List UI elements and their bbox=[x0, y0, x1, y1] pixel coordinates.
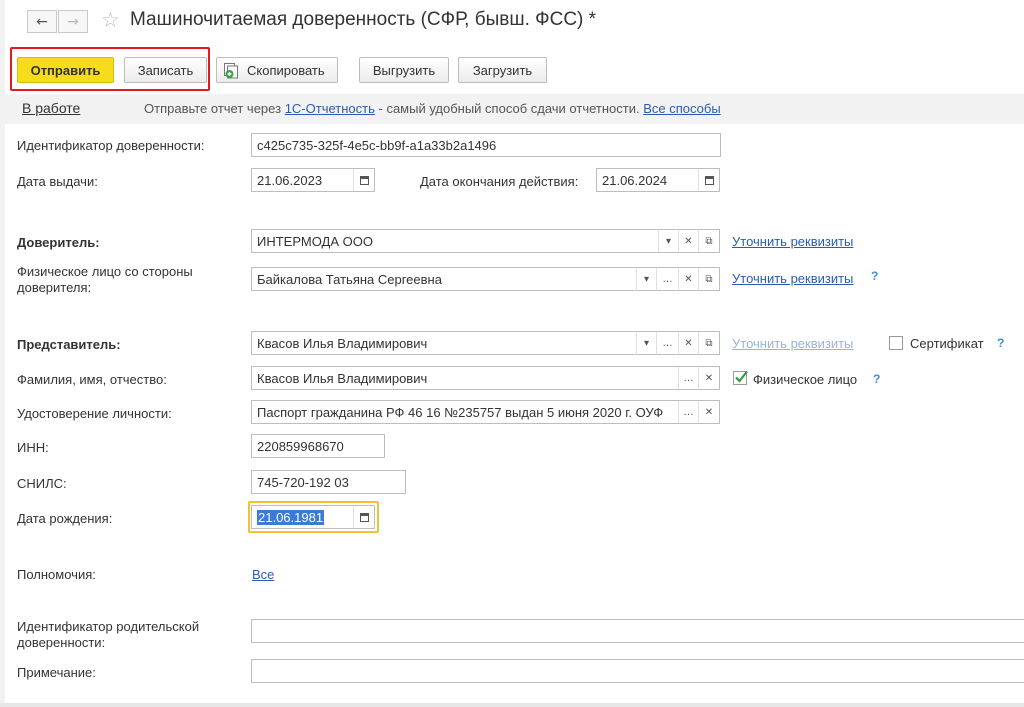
principal-person-open-button[interactable]: ⧉ bbox=[698, 267, 720, 291]
info-message: Отправьте отчет через 1С-Отчетность - са… bbox=[144, 101, 721, 116]
inn-input[interactable]: 220859968670 bbox=[251, 434, 385, 458]
representative-clear-button[interactable]: ✕ bbox=[678, 331, 699, 355]
import-button[interactable]: Загрузить bbox=[458, 57, 547, 83]
info-text-suffix: - самый удобный способ сдачи отчетности. bbox=[378, 101, 640, 116]
principal-input[interactable]: ИНТЕРМОДА ООО bbox=[251, 229, 659, 253]
all-methods-link[interactable]: Все способы bbox=[643, 101, 720, 116]
representative-label: Представитель: bbox=[17, 337, 121, 352]
end-date-calendar-button[interactable] bbox=[698, 168, 720, 192]
save-button[interactable]: Записать bbox=[124, 57, 207, 83]
clear-icon: ✕ bbox=[684, 273, 693, 285]
birth-date-selected-text: 21.06.1981 bbox=[257, 509, 325, 525]
fullname-clear-button[interactable]: ✕ bbox=[698, 366, 720, 390]
principal-person-select-button[interactable]: … bbox=[656, 267, 679, 291]
inn-label: ИНН: bbox=[17, 440, 49, 455]
favorite-star-icon[interactable]: ☆ bbox=[101, 8, 120, 32]
powers-label: Полномочия: bbox=[17, 567, 96, 582]
snils-label: СНИЛС: bbox=[17, 476, 67, 491]
copy-document-icon bbox=[224, 62, 238, 78]
parent-id-label: Идентификатор родительской доверенности: bbox=[17, 619, 199, 651]
open-form-icon: ⧉ bbox=[705, 273, 713, 285]
representative-input[interactable]: Квасов Илья Владимирович bbox=[251, 331, 637, 355]
principal-person-label-line1: Физическое лицо со стороны bbox=[17, 264, 193, 279]
fullname-label: Фамилия, имя, отчество: bbox=[17, 372, 167, 387]
representative-details-link[interactable]: Уточнить реквизиты bbox=[732, 336, 853, 351]
issue-date-label: Дата выдачи: bbox=[17, 174, 98, 189]
bottom-edge bbox=[0, 703, 1024, 707]
fullname-input[interactable]: Квасов Илья Владимирович bbox=[251, 366, 679, 390]
end-date-label: Дата окончания действия: bbox=[420, 174, 579, 189]
certificate-label: Сертификат bbox=[910, 336, 984, 351]
principal-label: Доверитель: bbox=[17, 235, 100, 250]
birth-date-label: Дата рождения: bbox=[17, 511, 113, 526]
id-document-clear-button[interactable]: ✕ bbox=[698, 400, 720, 424]
id-document-input[interactable]: Паспорт гражданина РФ 46 16 №235757 выда… bbox=[251, 400, 679, 424]
individual-help-icon[interactable]: ? bbox=[873, 372, 880, 386]
birth-date-calendar-button[interactable] bbox=[353, 505, 375, 529]
certificate-checkbox[interactable] bbox=[889, 336, 903, 350]
birth-date-input[interactable]: 21.06.1981 bbox=[251, 505, 354, 529]
issue-date-calendar-button[interactable] bbox=[353, 168, 375, 192]
parent-id-input[interactable] bbox=[251, 619, 1024, 643]
forward-arrow-icon: → bbox=[67, 13, 79, 30]
calendar-icon bbox=[359, 175, 369, 185]
fullname-select-button[interactable]: … bbox=[678, 366, 699, 390]
note-label: Примечание: bbox=[17, 665, 96, 680]
identifier-label: Идентификатор доверенности: bbox=[17, 138, 205, 153]
more-icon: … bbox=[662, 273, 673, 285]
certificate-help-icon[interactable]: ? bbox=[997, 336, 1004, 350]
open-form-icon: ⧉ bbox=[705, 235, 713, 247]
more-icon: … bbox=[662, 337, 673, 349]
more-icon: … bbox=[683, 372, 694, 384]
dropdown-arrow-icon: ▾ bbox=[643, 273, 650, 285]
calendar-icon bbox=[359, 512, 369, 522]
powers-link[interactable]: Все bbox=[252, 567, 274, 582]
forward-button[interactable]: → bbox=[58, 10, 88, 33]
id-document-label: Удостоверение личности: bbox=[17, 406, 172, 421]
principal-person-input[interactable]: Байкалова Татьяна Сергеевна bbox=[251, 267, 637, 291]
representative-open-button[interactable]: ⧉ bbox=[698, 331, 720, 355]
identifier-input[interactable]: c425c735-325f-4e5c-bb9f-a1a33b2a1496 bbox=[251, 133, 721, 157]
open-form-icon: ⧉ bbox=[705, 337, 713, 349]
representative-dropdown-button[interactable]: ▾ bbox=[636, 331, 657, 355]
principal-open-button[interactable]: ⧉ bbox=[698, 229, 720, 253]
dropdown-arrow-icon: ▾ bbox=[643, 337, 650, 349]
individual-checkbox[interactable] bbox=[733, 370, 748, 385]
copy-button[interactable]: Скопировать bbox=[216, 57, 338, 83]
principal-person-label: Физическое лицо со стороны доверителя: bbox=[17, 264, 193, 296]
individual-label: Физическое лицо bbox=[753, 372, 858, 387]
export-button[interactable]: Выгрузить bbox=[359, 57, 449, 83]
note-input[interactable] bbox=[251, 659, 1024, 683]
back-arrow-icon: ← bbox=[36, 13, 48, 30]
copy-button-label: Скопировать bbox=[247, 62, 325, 78]
issue-date-input[interactable]: 21.06.2023 bbox=[251, 168, 354, 192]
more-icon: … bbox=[683, 406, 694, 418]
info-text-prefix: Отправьте отчет через bbox=[144, 101, 282, 116]
representative-select-button[interactable]: … bbox=[656, 331, 679, 355]
principal-person-dropdown-button[interactable]: ▾ bbox=[636, 267, 657, 291]
principal-person-clear-button[interactable]: ✕ bbox=[678, 267, 699, 291]
status-link[interactable]: В работе bbox=[22, 100, 80, 116]
snils-input[interactable]: 745-720-192 03 bbox=[251, 470, 406, 494]
principal-clear-button[interactable]: ✕ bbox=[678, 229, 699, 253]
window-title: Машиночитаемая доверенность (СФР, бывш. … bbox=[130, 9, 597, 30]
parent-id-label-line2: доверенности: bbox=[17, 635, 106, 650]
clear-icon: ✕ bbox=[704, 406, 714, 418]
principal-person-details-link[interactable]: Уточнить реквизиты bbox=[732, 271, 853, 286]
checkmark-icon bbox=[735, 370, 748, 383]
principal-person-label-line2: доверителя: bbox=[17, 280, 92, 295]
reporting-service-link[interactable]: 1С-Отчетность bbox=[285, 101, 375, 116]
back-button[interactable]: ← bbox=[27, 10, 57, 33]
dropdown-arrow-icon: ▾ bbox=[665, 235, 672, 247]
calendar-icon bbox=[704, 175, 714, 185]
end-date-input[interactable]: 21.06.2024 bbox=[596, 168, 699, 192]
clear-icon: ✕ bbox=[704, 372, 714, 384]
principal-person-help-icon[interactable]: ? bbox=[871, 269, 878, 283]
parent-id-label-line1: Идентификатор родительской bbox=[17, 619, 200, 634]
clear-icon: ✕ bbox=[684, 337, 693, 349]
principal-dropdown-button[interactable]: ▾ bbox=[658, 229, 679, 253]
id-document-select-button[interactable]: … bbox=[678, 400, 699, 424]
clear-icon: ✕ bbox=[684, 235, 693, 247]
principal-details-link[interactable]: Уточнить реквизиты bbox=[732, 234, 853, 249]
